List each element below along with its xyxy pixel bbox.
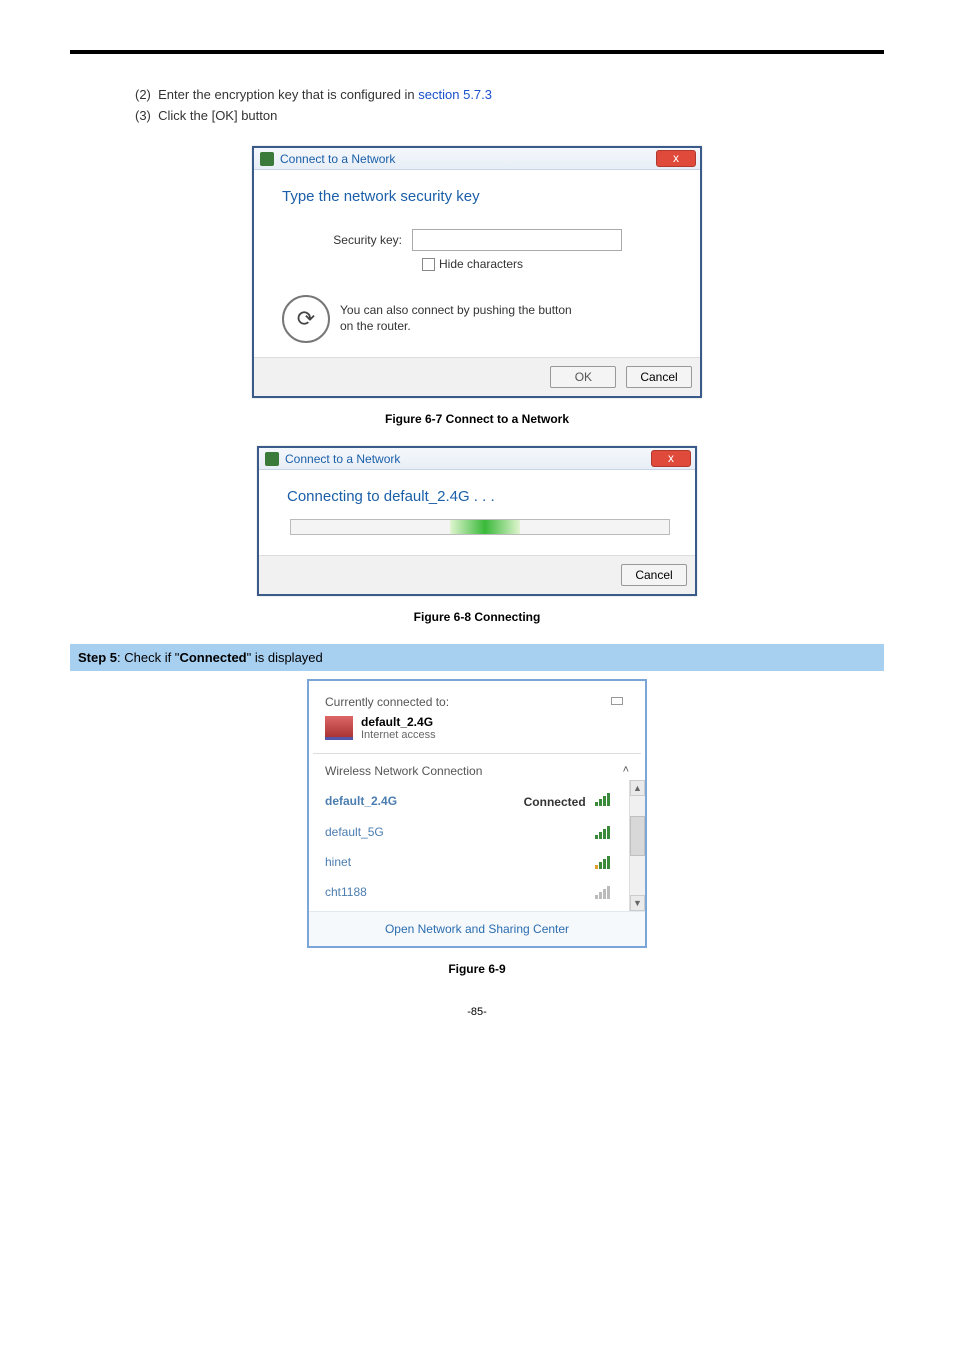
progress-fill: [450, 520, 520, 534]
dialog-title: Connect to a Network: [285, 452, 400, 466]
hide-chars-label: Hide characters: [439, 257, 523, 271]
dialog-footer: Cancel: [259, 555, 695, 594]
current-network-name: default_2.4G: [361, 715, 436, 729]
open-network-center-link[interactable]: Open Network and Sharing Center: [309, 911, 645, 946]
page-top-rule: [70, 50, 884, 54]
current-network-row[interactable]: default_2.4G Internet access: [325, 715, 629, 741]
network-flyout: Currently connected to: default_2.4G Int…: [307, 679, 647, 948]
page-number: -85-: [70, 1006, 884, 1018]
network-name: default_5G: [325, 825, 384, 839]
dialog-icon: [260, 152, 274, 166]
network-name: cht1188: [325, 885, 367, 899]
wireless-section-label: Wireless Network Connection: [325, 764, 482, 778]
wireless-section-header[interactable]: Wireless Network Connection ˄: [309, 754, 645, 780]
figure-caption-3: Figure 6-9: [70, 962, 884, 976]
step-list: (2) Enter the encryption key that is con…: [135, 84, 884, 126]
cancel-button[interactable]: Cancel: [621, 564, 687, 586]
network-name: default_2.4G: [325, 794, 397, 808]
connecting-dialog: Connect to a Network x Connecting to def…: [257, 446, 697, 596]
router-text: You can also connect by pushing the butt…: [340, 303, 580, 334]
step-num: (3): [135, 108, 151, 123]
step-num: (2): [135, 87, 151, 102]
security-key-row: Security key:: [282, 229, 678, 251]
scroll-down-button[interactable]: ▼: [630, 895, 645, 911]
router-icon: ⟳: [282, 295, 330, 343]
close-button[interactable]: x: [656, 150, 696, 167]
network-item[interactable]: hinet: [325, 847, 635, 877]
signal-icon: [595, 825, 613, 839]
connect-dialog: Connect to a Network x Type the network …: [252, 146, 702, 398]
step-item-3: (3) Click the [OK] button: [135, 105, 884, 126]
dialog-titlebar: Connect to a Network x: [259, 448, 695, 470]
dialog-heading: Type the network security key: [282, 188, 678, 205]
flyout-top: Currently connected to: default_2.4G Int…: [309, 681, 645, 753]
signal-icon: [595, 885, 613, 899]
step5-mid: : Check if ": [117, 650, 179, 665]
section-link[interactable]: section 5.7.3: [418, 87, 492, 102]
network-item[interactable]: cht1188: [325, 877, 635, 907]
step-item-2: (2) Enter the encryption key that is con…: [135, 84, 884, 105]
connecting-heading: Connecting to default_2.4G . . .: [287, 488, 673, 505]
power-icon[interactable]: [611, 695, 629, 707]
network-list: default_2.4G Connected default_5G hinet …: [309, 780, 645, 911]
current-network-access: Internet access: [361, 729, 436, 741]
dialog-body: Type the network security key Security k…: [254, 170, 700, 357]
network-right: Connected: [524, 792, 613, 809]
close-button[interactable]: x: [651, 450, 691, 467]
dialog-body: Connecting to default_2.4G . . .: [259, 470, 695, 555]
security-key-label: Security key:: [282, 233, 412, 247]
signal-icon: [595, 792, 613, 806]
network-item[interactable]: default_5G: [325, 817, 635, 847]
network-item[interactable]: default_2.4G Connected: [325, 784, 635, 817]
figure-caption-1: Figure 6-7 Connect to a Network: [70, 412, 884, 426]
router-row: ⟳ You can also connect by pushing the bu…: [282, 295, 678, 343]
step-5-block: Step 5: Check if "Connected" is displaye…: [70, 644, 884, 671]
step-text: Click the [OK] button: [158, 108, 277, 123]
network-status: Connected: [524, 795, 586, 809]
scrollbar[interactable]: ▲ ▼: [629, 780, 645, 911]
scroll-up-button[interactable]: ▲: [630, 780, 645, 796]
network-name: hinet: [325, 855, 351, 869]
current-network-text: default_2.4G Internet access: [361, 715, 436, 741]
hide-chars-row[interactable]: Hide characters: [422, 257, 678, 271]
signal-icon: [595, 855, 613, 869]
cancel-button[interactable]: Cancel: [626, 366, 692, 388]
step5-bold: Connected: [179, 650, 246, 665]
dialog-titlebar: Connect to a Network x: [254, 148, 700, 170]
figure-caption-2: Figure 6-8 Connecting: [70, 610, 884, 624]
currently-connected-label: Currently connected to:: [325, 695, 449, 709]
scroll-thumb[interactable]: [630, 816, 645, 856]
network-category-icon: [325, 716, 353, 740]
hide-chars-checkbox[interactable]: [422, 258, 435, 271]
step-text: Enter the encryption key that is configu…: [158, 87, 418, 102]
dialog-title: Connect to a Network: [280, 152, 395, 166]
security-key-input[interactable]: [412, 229, 622, 251]
progress-bar: [290, 519, 670, 535]
flyout-header-row: Currently connected to:: [325, 695, 629, 709]
dialog-icon: [265, 452, 279, 466]
dialog-footer: OK Cancel: [254, 357, 700, 396]
ok-button[interactable]: OK: [550, 366, 616, 388]
chevron-up-icon: ˄: [623, 764, 629, 778]
step5-prefix: Step 5: [78, 650, 117, 665]
step5-suffix: " is displayed: [247, 650, 323, 665]
